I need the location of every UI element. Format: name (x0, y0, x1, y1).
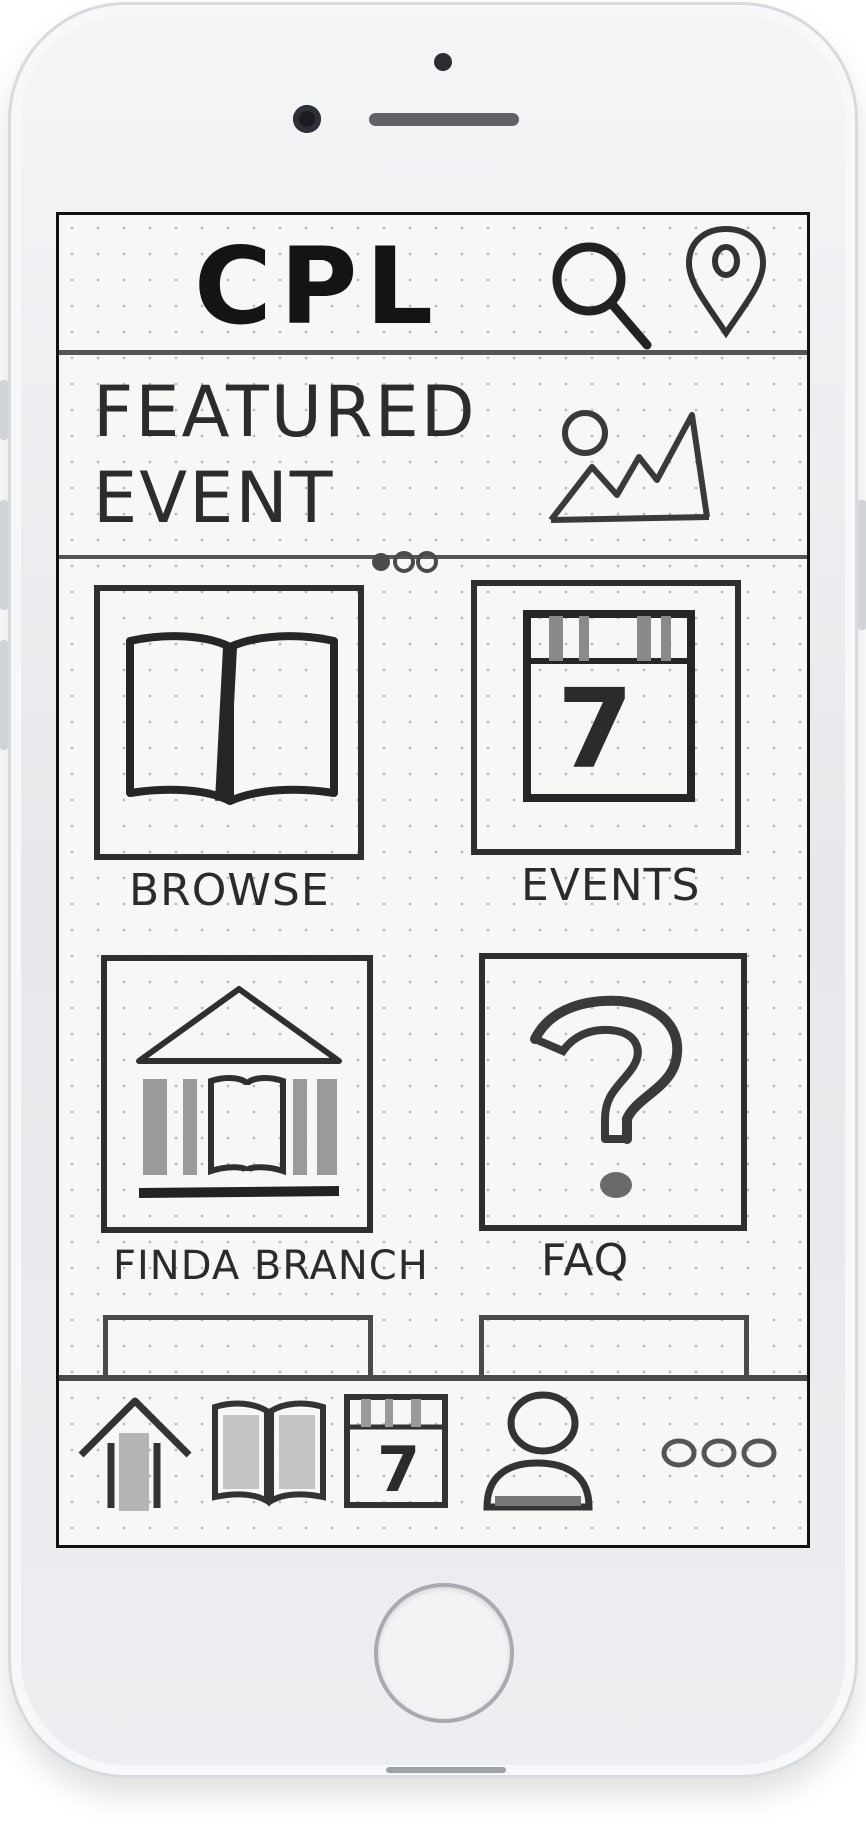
catalog-book-icon[interactable] (209, 1397, 329, 1507)
app-header: CPL (59, 215, 807, 355)
events-tile-frame: 7 (471, 580, 741, 855)
find-a-branch-tile-frame (101, 955, 373, 1233)
featured-event-title: FEATURED EVENT (93, 371, 477, 539)
browse-label: BROWSE (129, 865, 330, 916)
home-button[interactable] (374, 1583, 514, 1723)
proximity-sensor (434, 53, 452, 71)
location-pin-icon[interactable] (681, 223, 771, 338)
question-mark-icon (530, 995, 683, 1198)
search-icon[interactable] (547, 233, 657, 353)
faq-tile-frame (479, 953, 747, 1231)
volume-down-button (0, 640, 8, 750)
browse-tile-frame (94, 585, 364, 860)
featured-event-banner[interactable]: FEATURED EVENT (59, 355, 807, 573)
volume-up-button (0, 500, 8, 610)
carousel-dots-icon[interactable] (369, 547, 439, 577)
earpiece-speaker (369, 113, 519, 126)
faq-label: FAQ (541, 1235, 630, 1286)
front-camera (293, 105, 321, 133)
book-icon (126, 632, 338, 805)
bottom-tab-bar: 7 (59, 1375, 807, 1545)
find-a-branch-label: FINDA BRANCH (113, 1243, 429, 1289)
more-options-icon[interactable] (659, 1429, 779, 1477)
library-building-icon (136, 986, 342, 1198)
account-person-icon[interactable] (477, 1389, 597, 1514)
events-calendar-day: 7 (557, 665, 634, 793)
next-tile-partial-left[interactable] (103, 1315, 373, 1375)
events-label: EVENTS (521, 860, 701, 911)
home-arrow-icon[interactable] (75, 1393, 195, 1513)
app-screen: CPL FEATURED EVENT BROWSE 7 EVENTS FINDA… (56, 212, 810, 1548)
app-logo: CPL (194, 225, 442, 348)
next-tile-partial-right[interactable] (479, 1315, 749, 1375)
bottom-edge (386, 1767, 506, 1773)
mute-switch (0, 380, 8, 440)
image-placeholder-icon (548, 410, 710, 523)
tab-calendar-day: 7 (377, 1433, 421, 1506)
power-button (858, 500, 866, 630)
